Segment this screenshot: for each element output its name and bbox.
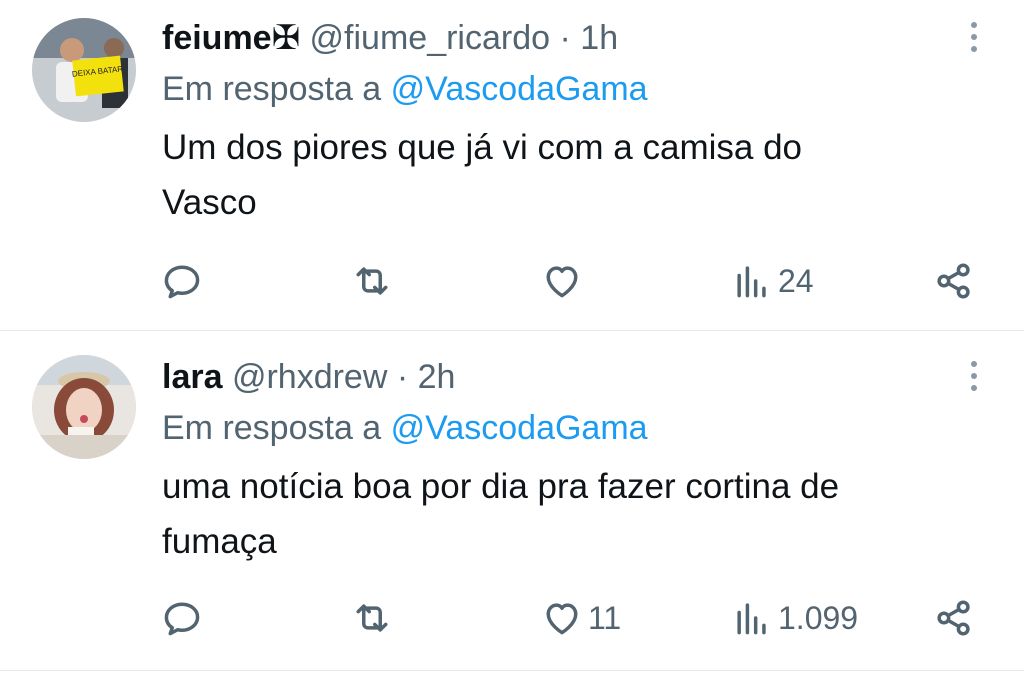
user-handle[interactable]: @fiume_ricardo <box>310 19 551 57</box>
reply-prefix: Em resposta a <box>162 409 382 447</box>
tweet[interactable]: lara @rhxdrew · 2h Em resposta a @Vascod… <box>0 331 1024 671</box>
share-icon <box>937 600 970 636</box>
tweet-actions: 24 <box>160 256 976 306</box>
tweet-header: feiume✠ @fiume_ricardo · 1h <box>162 14 964 62</box>
tweet-text-line: uma notícia boa por dia pra fazer cortin… <box>162 467 840 506</box>
user-handle[interactable]: @rhxdrew <box>232 358 387 396</box>
share-icon <box>937 263 970 299</box>
reply-context: Em resposta a @VascodaGama <box>162 403 964 453</box>
reply-button[interactable] <box>160 593 208 643</box>
views-count: 1.099 <box>778 599 859 636</box>
tweet-actions: 11 1.099 <box>160 593 976 643</box>
display-name[interactable]: feiume <box>162 19 272 57</box>
tweet-content: lara @rhxdrew · 2h Em resposta a @Vascod… <box>162 353 964 569</box>
reply-icon <box>164 265 200 299</box>
avatar[interactable]: DEIXA BATAR <box>32 18 136 122</box>
views-icon <box>737 603 766 635</box>
cross-emoji-icon: ✠ <box>271 19 301 57</box>
avatar[interactable] <box>32 355 136 459</box>
reply-button[interactable] <box>160 256 208 306</box>
reply-mention-link[interactable]: @VascodaGama <box>391 409 648 447</box>
reply-mention-link[interactable]: @VascodaGama <box>391 70 648 108</box>
display-name[interactable]: lara <box>162 358 223 396</box>
views-button[interactable]: 1.099 <box>730 593 858 643</box>
like-count: 11 <box>588 599 622 636</box>
reply-prefix: Em resposta a <box>162 70 382 108</box>
reply-context: Em resposta a @VascodaGama <box>162 64 964 114</box>
tweet-text: uma notícia boa por dia pra fazer cortin… <box>162 459 964 569</box>
tweet[interactable]: DEIXA BATAR feiume✠ @fiume_ricardo · 1h … <box>0 0 1024 331</box>
views-icon <box>737 266 766 298</box>
separator: · <box>396 358 409 396</box>
more-icon[interactable] <box>966 361 982 401</box>
timestamp[interactable]: 2h <box>418 358 456 396</box>
like-button[interactable]: 11 <box>540 593 621 643</box>
heart-icon <box>546 266 578 298</box>
tweet-text: Um dos piores que já vi com a camisa do … <box>162 120 964 230</box>
retweet-icon <box>356 267 388 295</box>
reply-icon <box>164 602 200 636</box>
tweet-text-line: Um dos piores que já vi com a camisa do <box>162 128 802 167</box>
tweet-header: lara @rhxdrew · 2h <box>162 353 964 401</box>
retweet-icon <box>356 604 388 632</box>
share-button[interactable] <box>932 593 976 643</box>
separator: · <box>559 19 571 57</box>
tweet-content: feiume✠ @fiume_ricardo · 1h Em resposta … <box>162 14 964 230</box>
views-button[interactable]: 24 <box>730 256 814 306</box>
like-button[interactable] <box>540 256 588 306</box>
share-button[interactable] <box>932 256 976 306</box>
more-icon[interactable] <box>966 22 982 62</box>
retweet-button[interactable] <box>350 593 398 643</box>
tweet-text-line: fumaça <box>162 522 277 561</box>
tweet-text-line: Vasco <box>162 183 257 222</box>
timestamp[interactable]: 1h <box>580 19 618 57</box>
heart-icon <box>546 603 578 635</box>
views-count: 24 <box>778 262 814 299</box>
retweet-button[interactable] <box>350 256 398 306</box>
